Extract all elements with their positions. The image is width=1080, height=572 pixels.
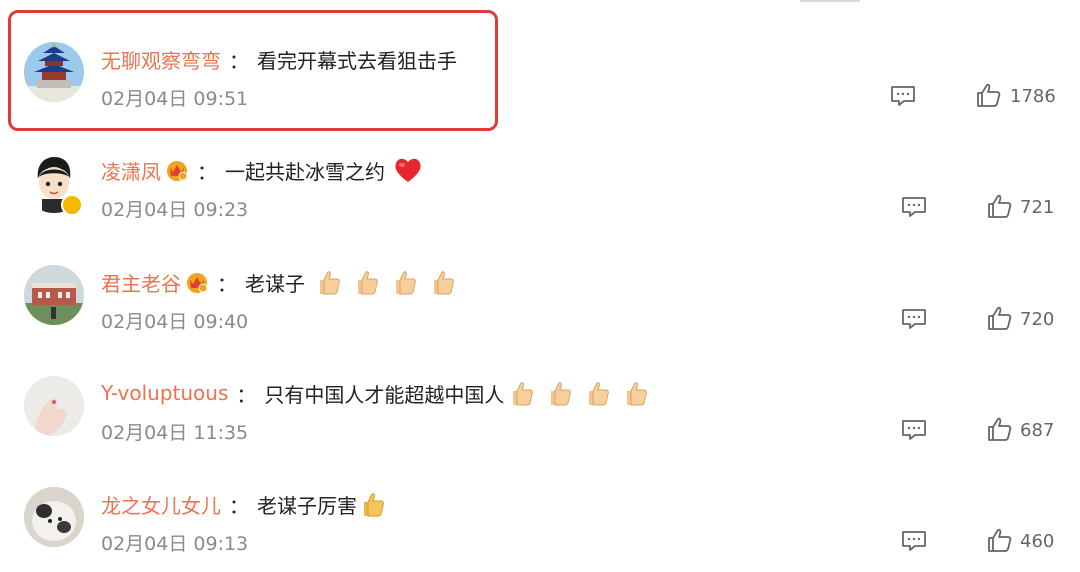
colon: ： (197, 159, 217, 184)
comment-item: 凌潇凤 ： 一起共赴冰雪之约 02月04日 09:23 721 (0, 153, 1080, 264)
comment-line: 无聊观察弯弯 ： 看完开幕式去看狙击手 (101, 44, 457, 74)
comment-reply-icon[interactable] (901, 196, 927, 218)
thumbs-up-emoji (364, 493, 384, 517)
thumbs-up-emoji (589, 382, 610, 406)
comment-text: 老谋子厉害 (257, 493, 357, 518)
username-link[interactable]: 凌潇凤 (101, 156, 161, 185)
building-photo-avatar[interactable] (24, 265, 84, 325)
comment-reply-icon[interactable] (901, 308, 927, 330)
username-link[interactable]: 无聊观察弯弯 (101, 45, 221, 74)
verified-badge-icon (61, 194, 83, 216)
thumbs-up-emoji (627, 382, 648, 406)
colon: ： (217, 271, 237, 296)
thumbs-up-like-icon[interactable] (987, 193, 1013, 219)
comment-text: 看完开幕式去看狙击手 (257, 48, 457, 73)
timestamp: 02月04日 09:40 (101, 311, 249, 333)
username-link[interactable]: Y-voluptuous (101, 381, 228, 405)
comment-item: Y-voluptuous ： 只有中国人才能超越中国人 02月04日 11:35… (0, 376, 1080, 487)
comment-line: 君主老谷 ： 老谋子 (101, 267, 457, 297)
comment-reply-icon[interactable] (890, 85, 916, 107)
like-count: 721 (1020, 197, 1055, 218)
timestamp: 02月04日 11:35 (101, 422, 249, 444)
comment-item: 君主老谷 ： 老谋子 02月04日 09:40 720 (0, 265, 1080, 376)
colon: ： (229, 48, 249, 73)
thumbs-up-like-icon[interactable] (987, 416, 1013, 442)
weibo-comment-list: 无聊观察弯弯 ： 看完开幕式去看狙击手 02月04日 09:51 1786 凌潇… (0, 0, 1080, 572)
comment-text: 只有中国人才能超越中国人 (264, 382, 505, 407)
comment-text: 一起共赴冰雪之约 (225, 159, 385, 184)
thumbs-up-like-icon[interactable] (987, 527, 1013, 553)
comment-item: 龙之女儿女儿 ： 老谋子厉害 02月04日 09:13 460 (0, 487, 1080, 572)
comment-line: Y-voluptuous ： 只有中国人才能超越中国人 (101, 378, 650, 408)
colon: ： (229, 493, 249, 518)
comment-line: 凌潇凤 ： 一起共赴冰雪之约 (101, 155, 423, 185)
like-count: 460 (1020, 531, 1055, 552)
comment-reply-icon[interactable] (901, 530, 927, 552)
comment-line: 龙之女儿女儿 ： 老谋子厉害 (101, 489, 387, 519)
timestamp: 02月04日 09:13 (101, 533, 249, 555)
like-count: 1786 (1010, 86, 1056, 107)
comment-reply-icon[interactable] (901, 419, 927, 441)
scroll-edge-fragment (800, 0, 860, 2)
thumbs-up-like-icon[interactable] (976, 82, 1002, 108)
red-heart-emoji (395, 158, 421, 182)
like-count: 687 (1020, 420, 1055, 441)
username-link[interactable]: 龙之女儿女儿 (101, 490, 221, 519)
cat-photo-avatar[interactable] (24, 487, 84, 547)
temple-of-heaven-avatar[interactable] (24, 42, 84, 102)
thumbs-up-emoji (396, 271, 416, 295)
thumbs-up-like-icon[interactable] (987, 305, 1013, 331)
thumbs-up-emoji (434, 271, 454, 295)
comment-item: 无聊观察弯弯 ： 看完开幕式去看狙击手 02月04日 09:51 1786 (0, 42, 1080, 153)
username-link[interactable]: 君主老谷 (101, 268, 181, 297)
thumbs-up-emoji (358, 271, 378, 295)
crown-badge-icon (187, 273, 208, 293)
timestamp: 02月04日 09:23 (101, 199, 249, 221)
thumbs-up-emoji (513, 382, 534, 406)
like-count: 720 (1020, 309, 1055, 330)
thumbs-up-emoji (551, 382, 572, 406)
crown-badge-icon (167, 161, 188, 181)
hand-photo-avatar[interactable] (24, 376, 84, 436)
timestamp: 02月04日 09:51 (101, 88, 249, 110)
thumbs-up-emoji (320, 271, 340, 295)
comment-text: 老谋子 (245, 271, 305, 296)
colon: ： (236, 382, 257, 407)
